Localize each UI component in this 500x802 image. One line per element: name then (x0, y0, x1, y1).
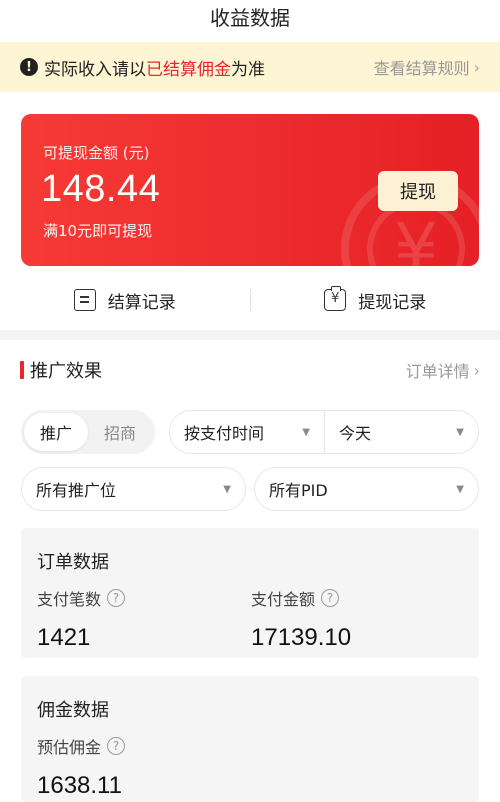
pay-count-metric: 支付笔数 ? 1421 (37, 586, 126, 652)
tab-merchant[interactable]: 招商 (88, 413, 152, 451)
withdraw-button[interactable]: 提现 (378, 171, 458, 211)
order-details-link[interactable]: 订单详情 › (406, 358, 480, 382)
settlement-records-link[interactable]: 结算记录 (0, 288, 250, 313)
pay-time-dropdown[interactable]: 按支付时间 ▼ (169, 410, 325, 454)
withdraw-threshold-tip: 满10元即可提现 (43, 222, 153, 240)
section-title: 推广效果 (30, 361, 102, 382)
help-icon[interactable]: ? (321, 589, 340, 607)
view-rules-link[interactable]: 查看结算规则 › (374, 55, 480, 79)
settlement-records-label: 结算记录 (107, 292, 176, 313)
pid-dropdown[interactable]: 所有PID ▼ (254, 467, 479, 511)
order-data-title: 订单数据 (37, 552, 109, 573)
balance-label: 可提现金额 (元) (43, 144, 150, 162)
commission-data-panel: 佣金数据 预估佣金 ? 1638.11 (21, 676, 479, 802)
promotion-position-dropdown[interactable]: 所有推广位 ▼ (21, 467, 246, 511)
pay-amount-metric: 支付金额 ? 17139.10 (251, 586, 351, 652)
promotion-position-value: 所有推广位 (36, 481, 117, 500)
date-range-dropdown[interactable]: 今天 ▼ (324, 410, 479, 454)
caret-down-icon: ▼ (456, 483, 464, 495)
estimated-commission-value: 1638.11 (37, 772, 122, 799)
exclamation-icon: ! (20, 58, 38, 76)
pay-count-label-row: 支付笔数 ? (37, 586, 126, 610)
estimated-commission-label: 预估佣金 (37, 738, 102, 757)
records-bar: 结算记录 提现记录 (0, 270, 500, 330)
order-details-label: 订单详情 (405, 362, 470, 381)
date-range-value: 今天 (339, 424, 372, 443)
promotion-section-header: 推广效果 订单详情 › (0, 350, 500, 390)
pay-count-label: 支付笔数 (37, 590, 102, 609)
view-rules-label: 查看结算规则 (373, 59, 470, 78)
chevron-right-icon: › (473, 57, 480, 77)
settlement-notice: ! 实际收入请以已结算佣金为准 查看结算规则 › (0, 42, 500, 92)
pay-count-value: 1421 (37, 624, 91, 651)
list-document-icon (73, 289, 96, 311)
withdrawal-records-label: 提现记录 (358, 292, 427, 313)
pid-value: 所有PID (269, 481, 328, 500)
pay-amount-label-row: 支付金额 ? (251, 586, 351, 610)
notice-suffix: 为准 (231, 59, 265, 80)
section-accent-bar (20, 361, 24, 379)
help-icon[interactable]: ? (107, 589, 126, 607)
pay-time-value: 按支付时间 (184, 424, 265, 443)
promotion-type-toggle: 推广 招商 (21, 410, 155, 454)
notice-prefix: 实际收入请以 (44, 59, 146, 80)
caret-down-icon: ▼ (456, 426, 464, 438)
order-data-panel: 订单数据 支付笔数 ? 1421 支付金额 ? 17139.10 (21, 528, 479, 658)
top-bar: 收益数据 (0, 0, 500, 40)
notice-highlight: 已结算佣金 (146, 59, 231, 80)
caret-down-icon: ▼ (223, 483, 231, 495)
balance-amount: 148.44 (41, 168, 161, 210)
chevron-right-icon: › (473, 360, 480, 380)
estimated-commission-metric: 预估佣金 ? 1638.11 (37, 734, 126, 800)
pay-amount-value: 17139.10 (251, 624, 352, 651)
clipboard-yuan-icon (324, 286, 347, 311)
help-icon[interactable]: ? (107, 737, 126, 755)
pay-amount-label: 支付金额 (251, 590, 316, 609)
withdrawable-balance-card: ¥ 可提现金额 (元) 148.44 满10元即可提现 提现 (21, 114, 479, 266)
estimated-commission-label-row: 预估佣金 ? (37, 734, 126, 758)
section-gap (0, 330, 500, 340)
commission-data-title: 佣金数据 (37, 700, 109, 721)
caret-down-icon: ▼ (302, 426, 310, 438)
page-title: 收益数据 (210, 6, 290, 30)
withdrawal-records-link[interactable]: 提现记录 (251, 286, 500, 313)
tab-promotion[interactable]: 推广 (24, 413, 88, 451)
notice-message: 实际收入请以已结算佣金为准 (44, 55, 265, 80)
